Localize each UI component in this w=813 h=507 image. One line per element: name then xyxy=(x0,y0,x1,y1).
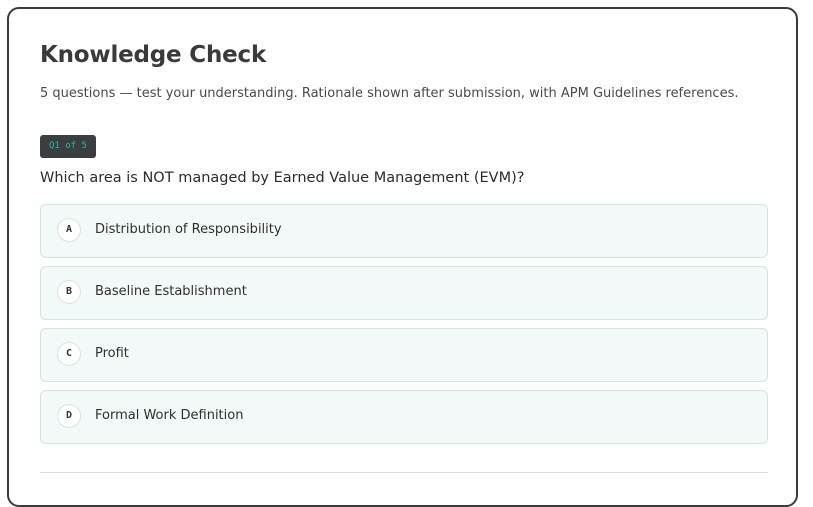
answer-option-a[interactable]: A Distribution of Responsibility xyxy=(40,204,768,258)
answer-options: A Distribution of Responsibility B Basel… xyxy=(40,204,768,452)
page-title: Knowledge Check xyxy=(40,42,267,68)
knowledge-check-card: Knowledge Check 5 questions — test your … xyxy=(7,7,798,507)
option-letter-badge: C xyxy=(57,342,81,366)
option-label: Distribution of Responsibility xyxy=(95,222,282,237)
option-label: Formal Work Definition xyxy=(95,408,244,423)
answer-option-d[interactable]: D Formal Work Definition xyxy=(40,390,768,444)
option-letter-badge: D xyxy=(57,404,81,428)
option-letter-badge: A xyxy=(57,218,81,242)
section-divider xyxy=(40,472,768,473)
option-label: Profit xyxy=(95,346,129,361)
question-text: Which area is NOT managed by Earned Valu… xyxy=(40,170,525,186)
option-label: Baseline Establishment xyxy=(95,284,247,299)
quiz-description: 5 questions — test your understanding. R… xyxy=(40,86,739,101)
answer-option-b[interactable]: B Baseline Establishment xyxy=(40,266,768,320)
answer-option-c[interactable]: C Profit xyxy=(40,328,768,382)
option-letter-badge: B xyxy=(57,280,81,304)
question-progress-badge: Q1 of 5 xyxy=(40,135,96,158)
